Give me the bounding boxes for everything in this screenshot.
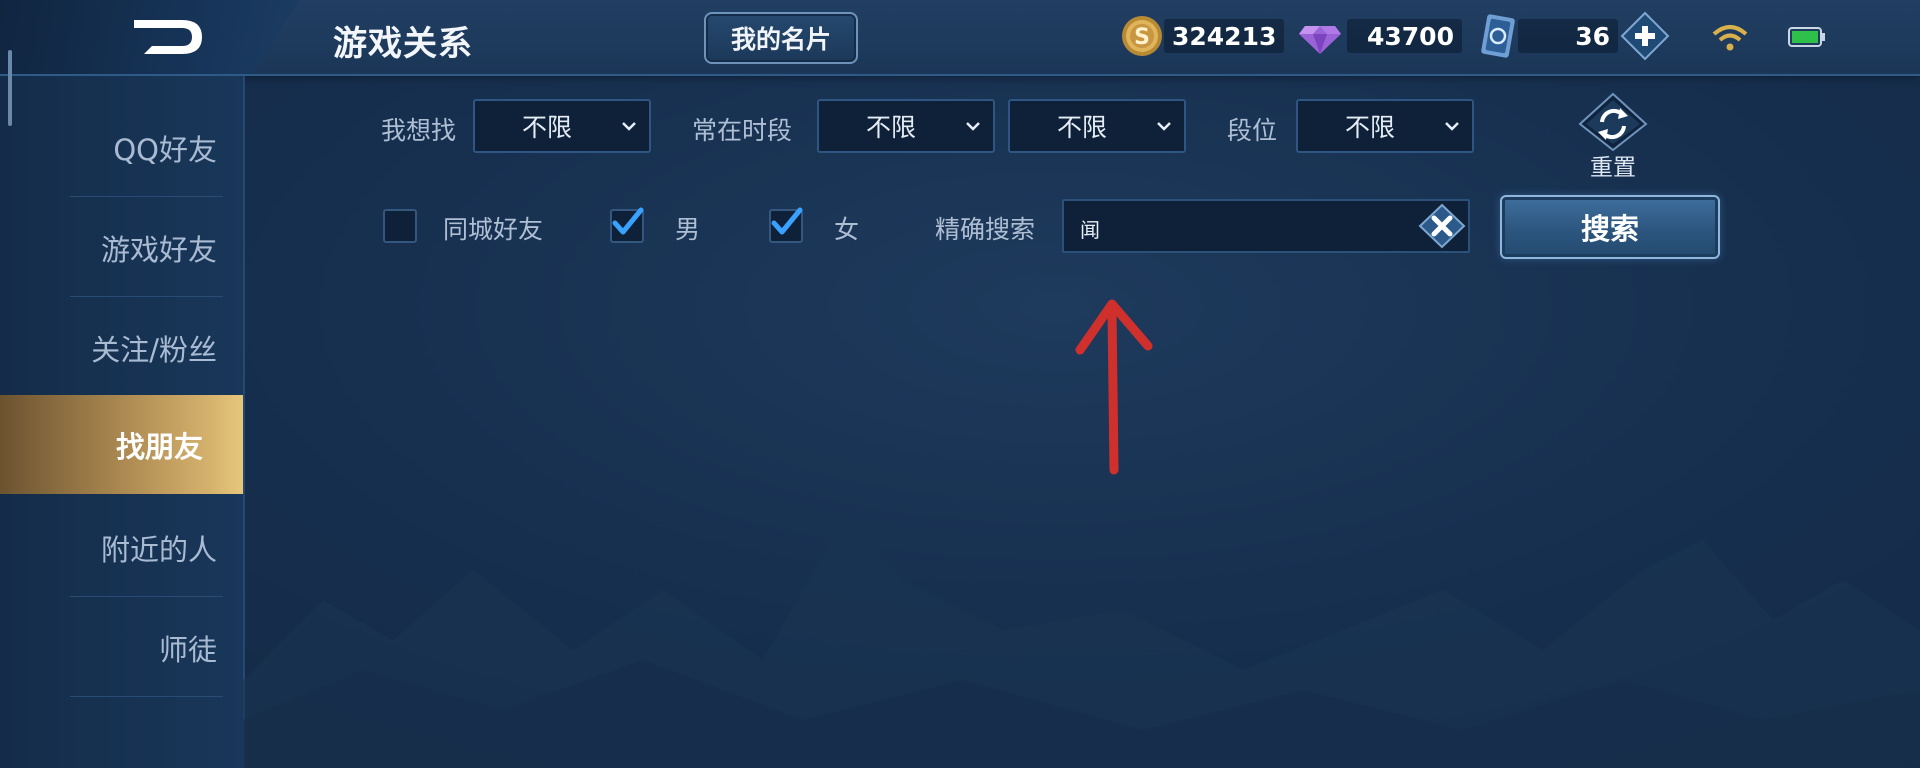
chevron-down-icon — [953, 99, 993, 153]
red-annotation-arrow-icon — [1075, 299, 1153, 475]
sidebar-item-label: 师徒 — [158, 632, 217, 667]
rank-label: 段位 — [1227, 116, 1278, 145]
back-icon[interactable] — [130, 16, 206, 58]
looking-for-dropdown[interactable]: 不限 — [473, 99, 651, 153]
rank-value: 不限 — [1344, 113, 1395, 142]
active-time-label: 常在时段 — [692, 116, 793, 145]
search-button[interactable]: 搜索 — [1500, 195, 1720, 259]
sidebar-item-label: 游戏好友 — [100, 232, 217, 267]
active-time-start-value: 不限 — [865, 113, 916, 142]
same-city-label: 同城好友 — [443, 215, 544, 244]
same-city-checkbox[interactable] — [383, 209, 417, 243]
top-bar: 游戏关系 我的名片 S 324213 43700 36 — [0, 0, 1920, 76]
looking-for-value: 不限 — [521, 113, 572, 142]
my-card-button[interactable]: 我的名片 — [704, 12, 858, 64]
female-label: 女 — [834, 215, 860, 244]
active-time-start-dropdown[interactable]: 不限 — [817, 99, 995, 153]
ticket-card-icon — [1481, 14, 1515, 58]
exact-search-label: 精确搜索 — [935, 215, 1036, 244]
checkmark-icon — [771, 207, 803, 235]
gold-counter[interactable]: S 324213 — [1120, 14, 1285, 58]
chevron-down-icon — [609, 99, 649, 153]
reset-refresh-icon[interactable] — [1578, 92, 1648, 152]
add-plus-icon[interactable] — [1620, 11, 1670, 61]
male-label: 男 — [675, 215, 701, 244]
diamond-counter[interactable]: 43700 — [1297, 14, 1462, 58]
gold-amount: 324213 — [1164, 19, 1285, 53]
female-checkbox[interactable] — [769, 207, 803, 243]
gold-coin-icon: S — [1122, 16, 1162, 56]
sidebar-item-label: 附近的人 — [100, 532, 217, 567]
chevron-down-icon — [1144, 99, 1184, 153]
sidebar-item-mentor[interactable]: 师徒 — [0, 598, 243, 697]
clear-input-icon[interactable] — [1418, 203, 1466, 249]
svg-text:S: S — [1134, 25, 1150, 50]
sidebar-item-follow-fans[interactable]: 关注/粉丝 — [0, 298, 243, 397]
sidebar-item-game-friends[interactable]: 游戏好友 — [0, 198, 243, 297]
sidebar-item-nearby[interactable]: 附近的人 — [0, 498, 243, 597]
diamond-icon — [1299, 26, 1341, 54]
active-time-end-value: 不限 — [1056, 113, 1107, 142]
active-time-end-dropdown[interactable]: 不限 — [1008, 99, 1186, 153]
looking-for-label: 我想找 — [381, 116, 457, 145]
checkmark-icon — [612, 207, 644, 235]
wifi-icon — [1712, 25, 1748, 51]
male-checkbox[interactable] — [610, 207, 644, 243]
sidebar-item-qq-friends[interactable]: QQ好友 — [0, 98, 243, 197]
chevron-down-icon — [1432, 99, 1472, 153]
rank-dropdown[interactable]: 不限 — [1296, 99, 1474, 153]
sidebar-item-find-friends[interactable]: 找朋友 — [0, 395, 243, 494]
page-title: 游戏关系 — [333, 24, 473, 64]
exact-search-input[interactable] — [1062, 199, 1470, 253]
mountain-backdrop — [243, 520, 1920, 768]
sidebar-item-label: QQ好友 — [113, 132, 217, 167]
ticket-amount: 36 — [1518, 19, 1618, 53]
battery-icon — [1788, 27, 1825, 47]
ticket-counter[interactable]: 36 — [1478, 11, 1670, 61]
sidebar-item-label: 找朋友 — [115, 429, 203, 464]
sidebar: QQ好友 游戏好友 关注/粉丝 找朋友 附近的人 师徒 — [0, 50, 245, 768]
diamond-amount: 43700 — [1347, 19, 1462, 53]
reset-label[interactable]: 重置 — [1590, 148, 1636, 182]
sidebar-item-label: 关注/粉丝 — [91, 332, 217, 367]
